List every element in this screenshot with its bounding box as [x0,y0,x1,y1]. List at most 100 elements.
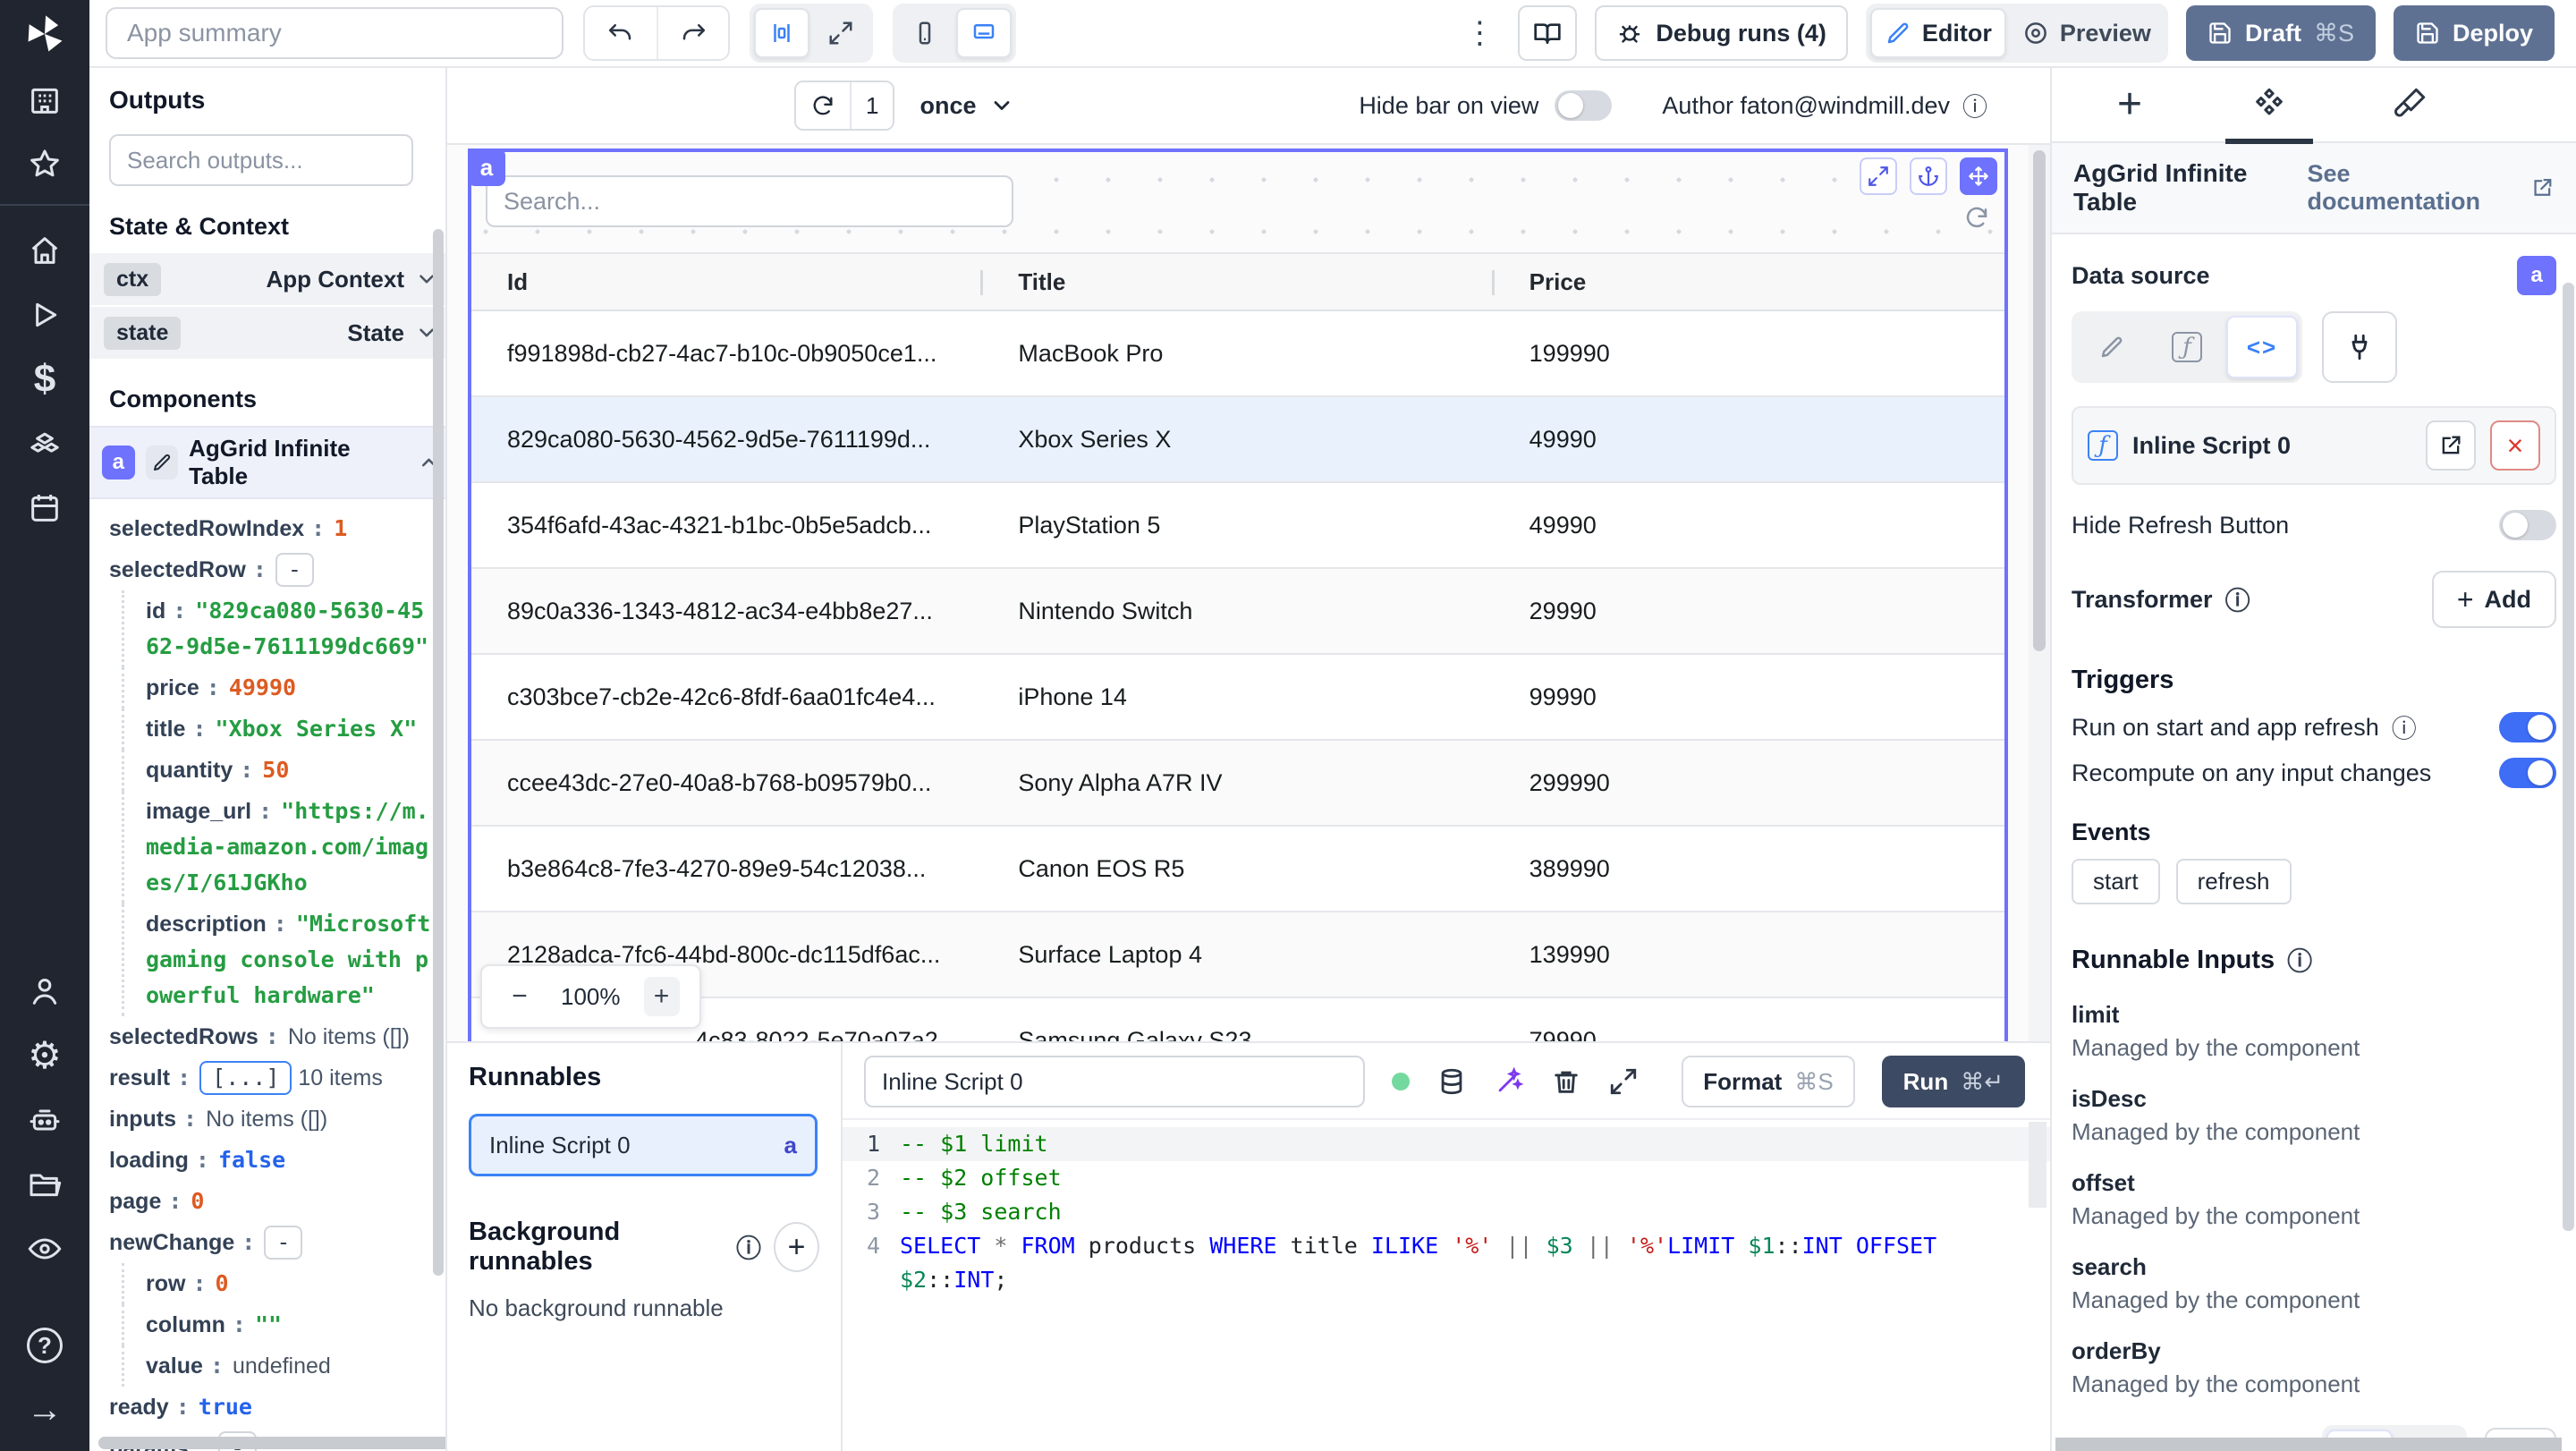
remove-script-button[interactable]: × [2490,420,2540,471]
center-align-toggle[interactable] [754,8,809,58]
add-transformer-button[interactable]: + Add [2431,571,2556,628]
table-row[interactable]: 89c0a336-1343-4812-ac34-e4bb8e27... Ninte… [471,569,2004,655]
delete-script-button[interactable] [1551,1066,1581,1097]
runnable-item-inline-script-0[interactable]: Inline Script 0 a [469,1114,818,1176]
table-row[interactable]: f991898d-cb27-4ac7-b10c-0b9050ce1... MacB… [471,311,2004,397]
hide-refresh-toggle[interactable] [2499,510,2556,540]
collapse-arrow-icon[interactable]: → [0,1378,89,1442]
rename-component-button[interactable] [145,445,179,479]
refresh-count-control[interactable]: 1 [794,81,895,131]
code-line[interactable]: 4 SELECT * FROM products WHERE title ILIK… [843,1229,2050,1297]
aggrid-component[interactable]: a IdTitlePrice f991898d-cb27-4ac7-b10c-0… [468,148,2008,1041]
table-row[interactable]: 829ca080-5630-4562-9d5e-7611199d... Xbox … [471,397,2004,483]
info-icon[interactable]: ⓘ [736,1229,761,1265]
script-name-input[interactable] [864,1056,1365,1107]
hide-bar-toggle[interactable] [1555,90,1613,121]
outputs-horizontal-scrollbar[interactable] [98,1437,445,1449]
code-line[interactable]: 3 -- $3 search [843,1195,2050,1229]
recompute-toggle[interactable] [2499,758,2556,788]
info-icon[interactable]: ⓘ [2225,581,2250,617]
undo-button[interactable] [585,7,657,59]
boxes-icon[interactable] [0,412,89,476]
table-row[interactable]: ccee43dc-27e0-40a8-b768-b09579b0... Sony … [471,741,2004,827]
inline-script-row[interactable]: ƒ Inline Script 0 × [2072,406,2556,485]
tab-preview[interactable]: Preview [2010,8,2164,58]
canvas-scrollbar[interactable] [2029,145,2050,1041]
expand-editor-button[interactable] [1608,1066,1639,1097]
expand-value-button[interactable]: [...] [199,1061,292,1095]
star-icon[interactable] [0,132,89,197]
code-editor[interactable]: 1 -- $1 limit 2 -- $2 offset 3 -- $3 search 4 S… [843,1120,2050,1451]
component-output-header[interactable]: a AgGrid Infinite Table [89,426,445,499]
outputs-vertical-scrollbar[interactable] [433,229,444,1276]
see-documentation-link[interactable]: See documentation [2307,160,2555,216]
editor-scrollbar[interactable] [2029,1122,2046,1208]
dollar-icon[interactable]: $ [0,347,89,412]
more-menu-icon[interactable]: ⋮ [1459,15,1500,51]
gear-icon[interactable]: ⚙ [0,1023,89,1088]
eye-icon[interactable] [0,1217,89,1281]
format-button[interactable]: Format ⌘S [1682,1056,1855,1107]
calendar-icon[interactable] [0,476,89,540]
info-icon[interactable]: ⓘ [2287,942,2312,978]
component-anchor-button[interactable] [1910,157,1947,195]
expand-value-button[interactable]: - [275,553,314,587]
component-move-button[interactable] [1960,157,1997,195]
zoom-in-button[interactable]: + [643,977,680,1016]
info-icon[interactable]: ⓘ [2392,709,2417,745]
detach-script-button[interactable] [2426,420,2476,471]
home-icon[interactable] [0,218,89,283]
connect-mode-button[interactable] [2322,311,2397,383]
table-refresh-button[interactable] [1963,204,1990,235]
ctx-row[interactable]: ctx App Context [89,253,445,305]
building-icon[interactable] [0,68,89,132]
run-button[interactable]: Run ⌘↵ [1881,1056,2025,1107]
column-header-price[interactable]: Price [1491,254,2004,310]
table-row[interactable]: b3e864c8-7fe3-4270-89e9-54c12038... Canon… [471,827,2004,912]
debug-runs-button[interactable]: Debug runs (4) [1595,5,1848,61]
code-line[interactable]: 1 -- $1 limit [843,1127,2050,1161]
refresh-interval-select[interactable]: once [919,92,1013,120]
help-icon[interactable]: ? [0,1313,89,1378]
docs-button[interactable] [1518,5,1578,61]
table-row[interactable]: c303bce7-cb2e-42c6-8fdf-6aa01fc4e4... iPh… [471,655,2004,741]
column-header-title[interactable]: Title [980,254,1493,310]
code-mode-button[interactable]: <> [2226,316,2298,378]
table-row[interactable]: 2128adca-7fc6-44bd-800c-dc115df6ac... Sur… [471,912,2004,998]
user-icon[interactable] [0,959,89,1023]
tab-editor[interactable]: Editor [1869,8,2006,58]
code-line[interactable]: 2 -- $2 offset [843,1161,2050,1195]
canvas[interactable]: a IdTitlePrice f991898d-cb27-4ac7-b10c-0… [447,145,2050,1041]
deploy-button[interactable]: Deploy [2393,5,2555,61]
settings-horizontal-scrollbar[interactable] [2055,1438,2562,1451]
robot-icon[interactable] [0,1088,89,1152]
mobile-view-toggle[interactable] [897,8,953,58]
search-outputs-input[interactable] [109,134,413,186]
settings-vertical-scrollbar[interactable] [2563,283,2574,1231]
zoom-out-button[interactable]: − [502,981,538,1012]
database-schema-button[interactable] [1436,1066,1467,1097]
table-row[interactable]: 4c83-8022-5e70a07a2... Samsung Galaxy S23… [471,998,2004,1041]
tab-component-settings[interactable] [2225,68,2313,144]
redo-button[interactable] [657,7,728,59]
run-on-start-toggle[interactable] [2499,712,2556,742]
ai-assist-button[interactable] [1494,1066,1524,1097]
draft-button[interactable]: Draft ⌘S [2185,5,2376,61]
static-mode-button[interactable] [2076,316,2148,378]
add-background-runnable-button[interactable]: + [774,1222,819,1272]
state-row[interactable]: state State [89,307,445,359]
expand-value-button[interactable]: - [264,1226,303,1260]
play-icon[interactable] [0,283,89,347]
tab-styling[interactable] [2377,68,2440,142]
column-header-id[interactable]: Id [471,254,982,310]
fullscreen-canvas-toggle[interactable] [813,8,869,58]
windmill-logo-icon[interactable] [0,0,89,68]
component-expand-button[interactable] [1860,157,1897,195]
info-icon[interactable]: ⓘ [1962,88,1987,123]
template-mode-button[interactable]: ƒ [2151,316,2223,378]
desktop-view-toggle[interactable] [956,8,1012,58]
folder-icon[interactable] [0,1152,89,1217]
app-summary-input[interactable] [106,7,564,59]
tab-insert-component[interactable]: + [2098,68,2161,142]
table-search-input[interactable] [486,175,1013,227]
